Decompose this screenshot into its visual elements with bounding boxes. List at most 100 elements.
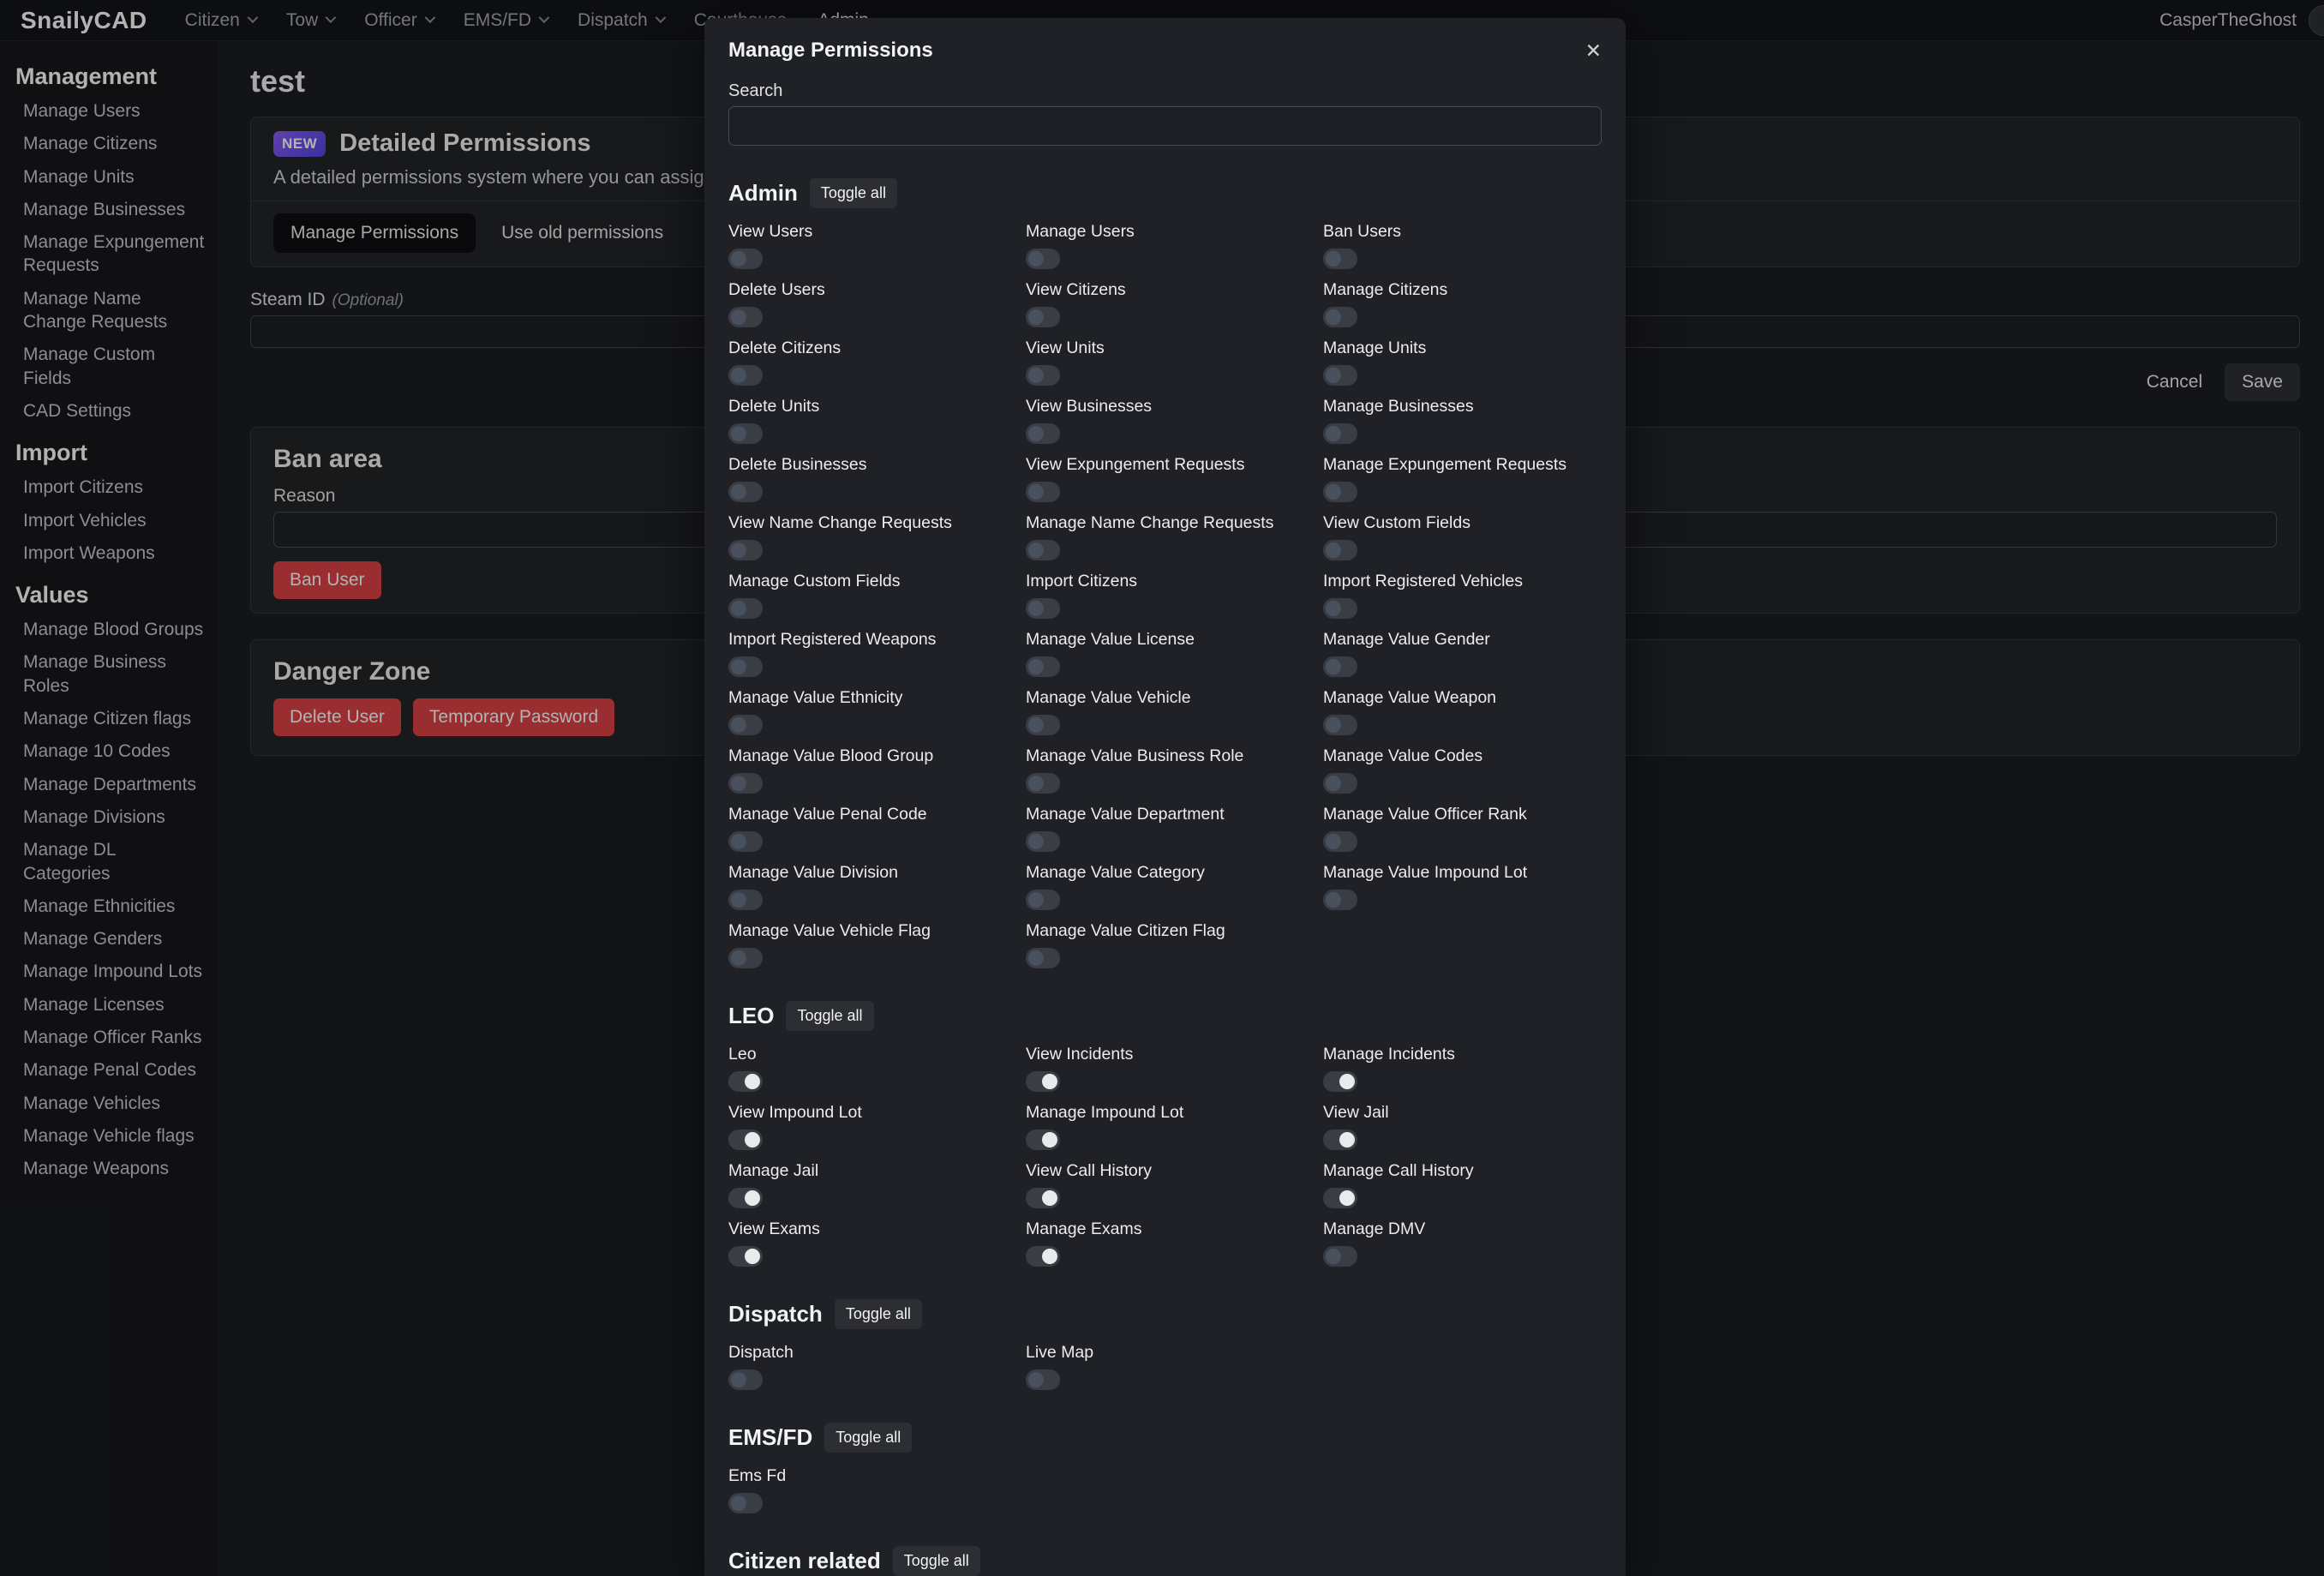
permission-section-header-dispatch: DispatchToggle all [728, 1299, 1602, 1329]
toggle-manage-users[interactable] [1026, 249, 1060, 269]
permission-manage-value-weapon: Manage Value Weapon [1323, 688, 1602, 735]
toggle-manage-value-officer-rank[interactable] [1323, 831, 1357, 852]
toggle-view-exams[interactable] [728, 1246, 763, 1267]
toggle-view-incidents[interactable] [1026, 1071, 1060, 1092]
toggle-dispatch[interactable] [728, 1369, 763, 1390]
search-input[interactable] [728, 106, 1602, 146]
toggle-delete-businesses[interactable] [728, 482, 763, 502]
permission-label: View Businesses [1026, 397, 1304, 416]
toggle-manage-value-category[interactable] [1026, 890, 1060, 910]
toggle-manage-value-ethnicity[interactable] [728, 715, 763, 735]
section-title: Admin [728, 180, 798, 207]
toggle-manage-value-weapon[interactable] [1323, 715, 1357, 735]
toggle-manage-exams[interactable] [1026, 1246, 1060, 1267]
toggle-manage-dmv[interactable] [1323, 1246, 1357, 1267]
toggle-knob [731, 251, 746, 267]
toggle-manage-value-department[interactable] [1026, 831, 1060, 852]
toggle-knob [731, 1372, 746, 1387]
toggle-manage-value-impound-lot[interactable] [1323, 890, 1357, 910]
toggle-view-custom-fields[interactable] [1323, 540, 1357, 560]
toggle-manage-units[interactable] [1323, 365, 1357, 386]
toggle-manage-value-codes[interactable] [1323, 773, 1357, 794]
permission-view-expungement-requests: View Expungement Requests [1026, 455, 1304, 502]
toggle-knob [731, 834, 746, 849]
permission-label: Manage Value Blood Group [728, 746, 1007, 766]
toggle-leo[interactable] [728, 1071, 763, 1092]
toggle-view-units[interactable] [1026, 365, 1060, 386]
toggle-manage-jail[interactable] [728, 1188, 763, 1208]
permission-label: Import Registered Vehicles [1323, 572, 1602, 591]
toggle-all-button-dispatch[interactable]: Toggle all [835, 1299, 922, 1329]
permission-label: Manage Value Business Role [1026, 746, 1304, 766]
permission-leo: Leo [728, 1045, 1007, 1092]
toggle-view-impound-lot[interactable] [728, 1130, 763, 1150]
toggle-manage-value-gender[interactable] [1323, 656, 1357, 677]
toggle-live-map[interactable] [1026, 1369, 1060, 1390]
toggle-manage-citizens[interactable] [1323, 307, 1357, 327]
permission-manage-value-gender: Manage Value Gender [1323, 630, 1602, 677]
permission-view-call-history: View Call History [1026, 1161, 1304, 1208]
toggle-manage-value-blood-group[interactable] [728, 773, 763, 794]
permission-manage-value-officer-rank: Manage Value Officer Rank [1323, 805, 1602, 852]
permission-label: Manage Impound Lot [1026, 1103, 1304, 1123]
permission-manage-dmv: Manage DMV [1323, 1219, 1602, 1267]
toggle-manage-custom-fields[interactable] [728, 598, 763, 619]
toggle-ems-fd[interactable] [728, 1493, 763, 1513]
toggle-import-registered-weapons[interactable] [728, 656, 763, 677]
permission-section-header-admin: Admin Toggle all [728, 178, 1602, 208]
toggle-all-button-admin[interactable]: Toggle all [810, 178, 897, 208]
toggle-manage-value-license[interactable] [1026, 656, 1060, 677]
permission-view-incidents: View Incidents [1026, 1045, 1304, 1092]
toggle-manage-name-change-requests[interactable] [1026, 540, 1060, 560]
toggle-manage-value-business-role[interactable] [1026, 773, 1060, 794]
permission-sections: Admin Toggle all View UsersManage UsersBan… [728, 178, 1602, 1576]
toggle-knob [745, 1249, 760, 1264]
toggle-manage-businesses[interactable] [1323, 423, 1357, 444]
toggle-all-button-ems-fd[interactable]: Toggle all [824, 1423, 912, 1453]
toggle-manage-value-vehicle[interactable] [1026, 715, 1060, 735]
permission-label: Manage Businesses [1323, 397, 1602, 416]
permission-manage-custom-fields: Manage Custom Fields [728, 572, 1007, 619]
toggle-knob [731, 542, 746, 558]
toggle-manage-value-vehicle-flag[interactable] [728, 948, 763, 968]
permission-manage-value-vehicle: Manage Value Vehicle [1026, 688, 1304, 735]
toggle-knob [731, 426, 746, 441]
toggle-manage-value-citizen-flag[interactable] [1026, 948, 1060, 968]
toggle-manage-call-history[interactable] [1323, 1188, 1357, 1208]
close-icon[interactable]: ✕ [1585, 41, 1602, 61]
toggle-view-name-change-requests[interactable] [728, 540, 763, 560]
permission-section-header-ems-fd: EMS/FDToggle all [728, 1423, 1602, 1453]
toggle-import-registered-vehicles[interactable] [1323, 598, 1357, 619]
permission-label: Manage Units [1323, 339, 1602, 358]
toggle-delete-citizens[interactable] [728, 365, 763, 386]
toggle-view-citizens[interactable] [1026, 307, 1060, 327]
toggle-manage-value-division[interactable] [728, 890, 763, 910]
permission-grid-admin: View UsersManage UsersBan UsersDelete Us… [728, 222, 1602, 968]
toggle-delete-users[interactable] [728, 307, 763, 327]
toggle-all-button-leo[interactable]: Toggle all [786, 1001, 873, 1031]
toggle-all-button-citizen-related[interactable]: Toggle all [893, 1546, 980, 1576]
permission-label: Manage Value Division [728, 863, 1007, 883]
toggle-manage-value-penal-code[interactable] [728, 831, 763, 852]
toggle-import-citizens[interactable] [1026, 598, 1060, 619]
permission-label: Import Registered Weapons [728, 630, 1007, 650]
toggle-manage-impound-lot[interactable] [1026, 1130, 1060, 1150]
permission-label: Delete Users [728, 280, 1007, 300]
permission-label: View Expungement Requests [1026, 455, 1304, 475]
toggle-knob [1326, 834, 1341, 849]
toggle-ban-users[interactable] [1323, 249, 1357, 269]
permission-label: Delete Units [728, 397, 1007, 416]
permission-label: Manage Value Department [1026, 805, 1304, 824]
toggle-knob [1028, 368, 1044, 383]
permission-label: Manage DMV [1323, 1219, 1602, 1239]
toggle-delete-units[interactable] [728, 423, 763, 444]
toggle-view-users[interactable] [728, 249, 763, 269]
toggle-view-businesses[interactable] [1026, 423, 1060, 444]
permission-delete-businesses: Delete Businesses [728, 455, 1007, 502]
toggle-view-call-history[interactable] [1026, 1188, 1060, 1208]
permission-label: View Impound Lot [728, 1103, 1007, 1123]
toggle-view-expungement-requests[interactable] [1026, 482, 1060, 502]
toggle-manage-expungement-requests[interactable] [1323, 482, 1357, 502]
toggle-manage-incidents[interactable] [1323, 1071, 1357, 1092]
toggle-view-jail[interactable] [1323, 1130, 1357, 1150]
